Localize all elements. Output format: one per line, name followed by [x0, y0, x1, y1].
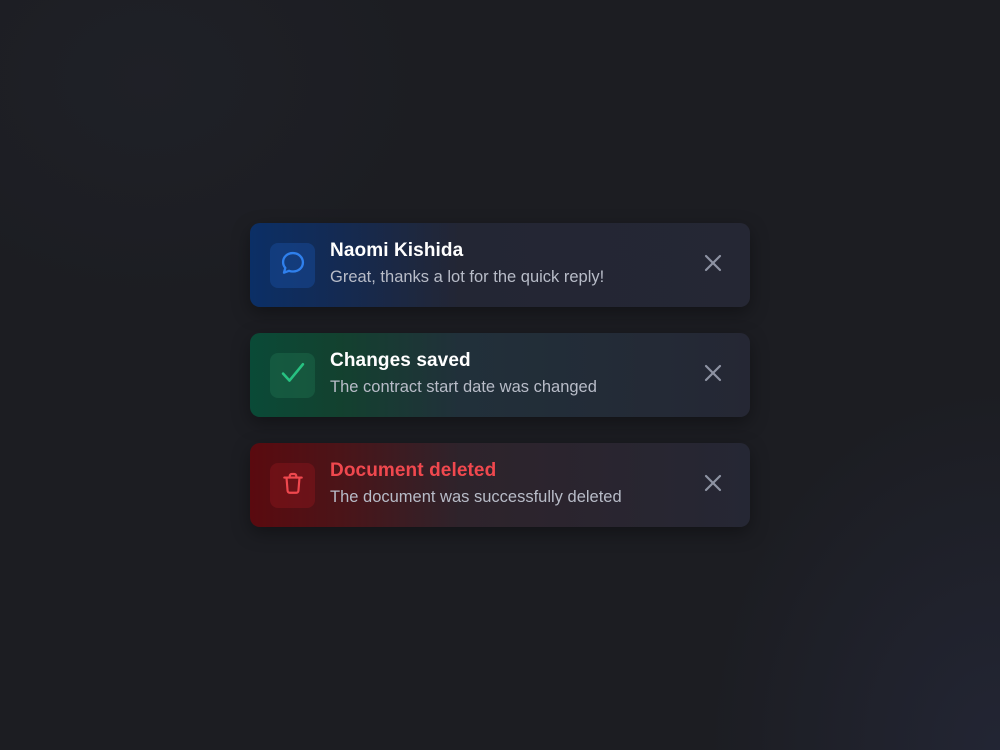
toast-error-notification[interactable]: Document deleted The document was succes… — [250, 443, 750, 527]
toast-text: Document deleted The document was succes… — [330, 459, 622, 507]
toast-message-notification[interactable]: Naomi Kishida Great, thanks a lot for th… — [250, 223, 750, 307]
close-icon — [703, 473, 723, 498]
close-icon — [703, 363, 723, 388]
toast-icon-container — [270, 353, 315, 398]
toast-title: Changes saved — [330, 350, 471, 371]
toast-stack: Naomi Kishida Great, thanks a lot for th… — [250, 223, 750, 553]
toast-message: Great, thanks a lot for the quick reply! — [330, 268, 605, 286]
toast-text: Naomi Kishida Great, thanks a lot for th… — [330, 239, 604, 287]
toast-text: Changes saved The contract start date wa… — [330, 349, 597, 397]
toast-title: Document deleted — [330, 460, 497, 481]
toast-message: The document was successfully deleted — [330, 488, 622, 506]
close-button[interactable] — [698, 360, 728, 390]
trash-icon — [280, 470, 306, 501]
toast-title: Naomi Kishida — [330, 240, 464, 261]
check-icon — [279, 359, 307, 392]
toast-message: The contract start date was changed — [330, 378, 597, 396]
toast-icon-container — [270, 463, 315, 508]
close-button[interactable] — [698, 250, 728, 280]
toast-success-notification[interactable]: Changes saved The contract start date wa… — [250, 333, 750, 417]
close-icon — [703, 253, 723, 278]
canvas: Naomi Kishida Great, thanks a lot for th… — [0, 0, 1000, 750]
close-button[interactable] — [698, 470, 728, 500]
chat-bubble-icon — [279, 249, 307, 282]
toast-icon-container — [270, 243, 315, 288]
